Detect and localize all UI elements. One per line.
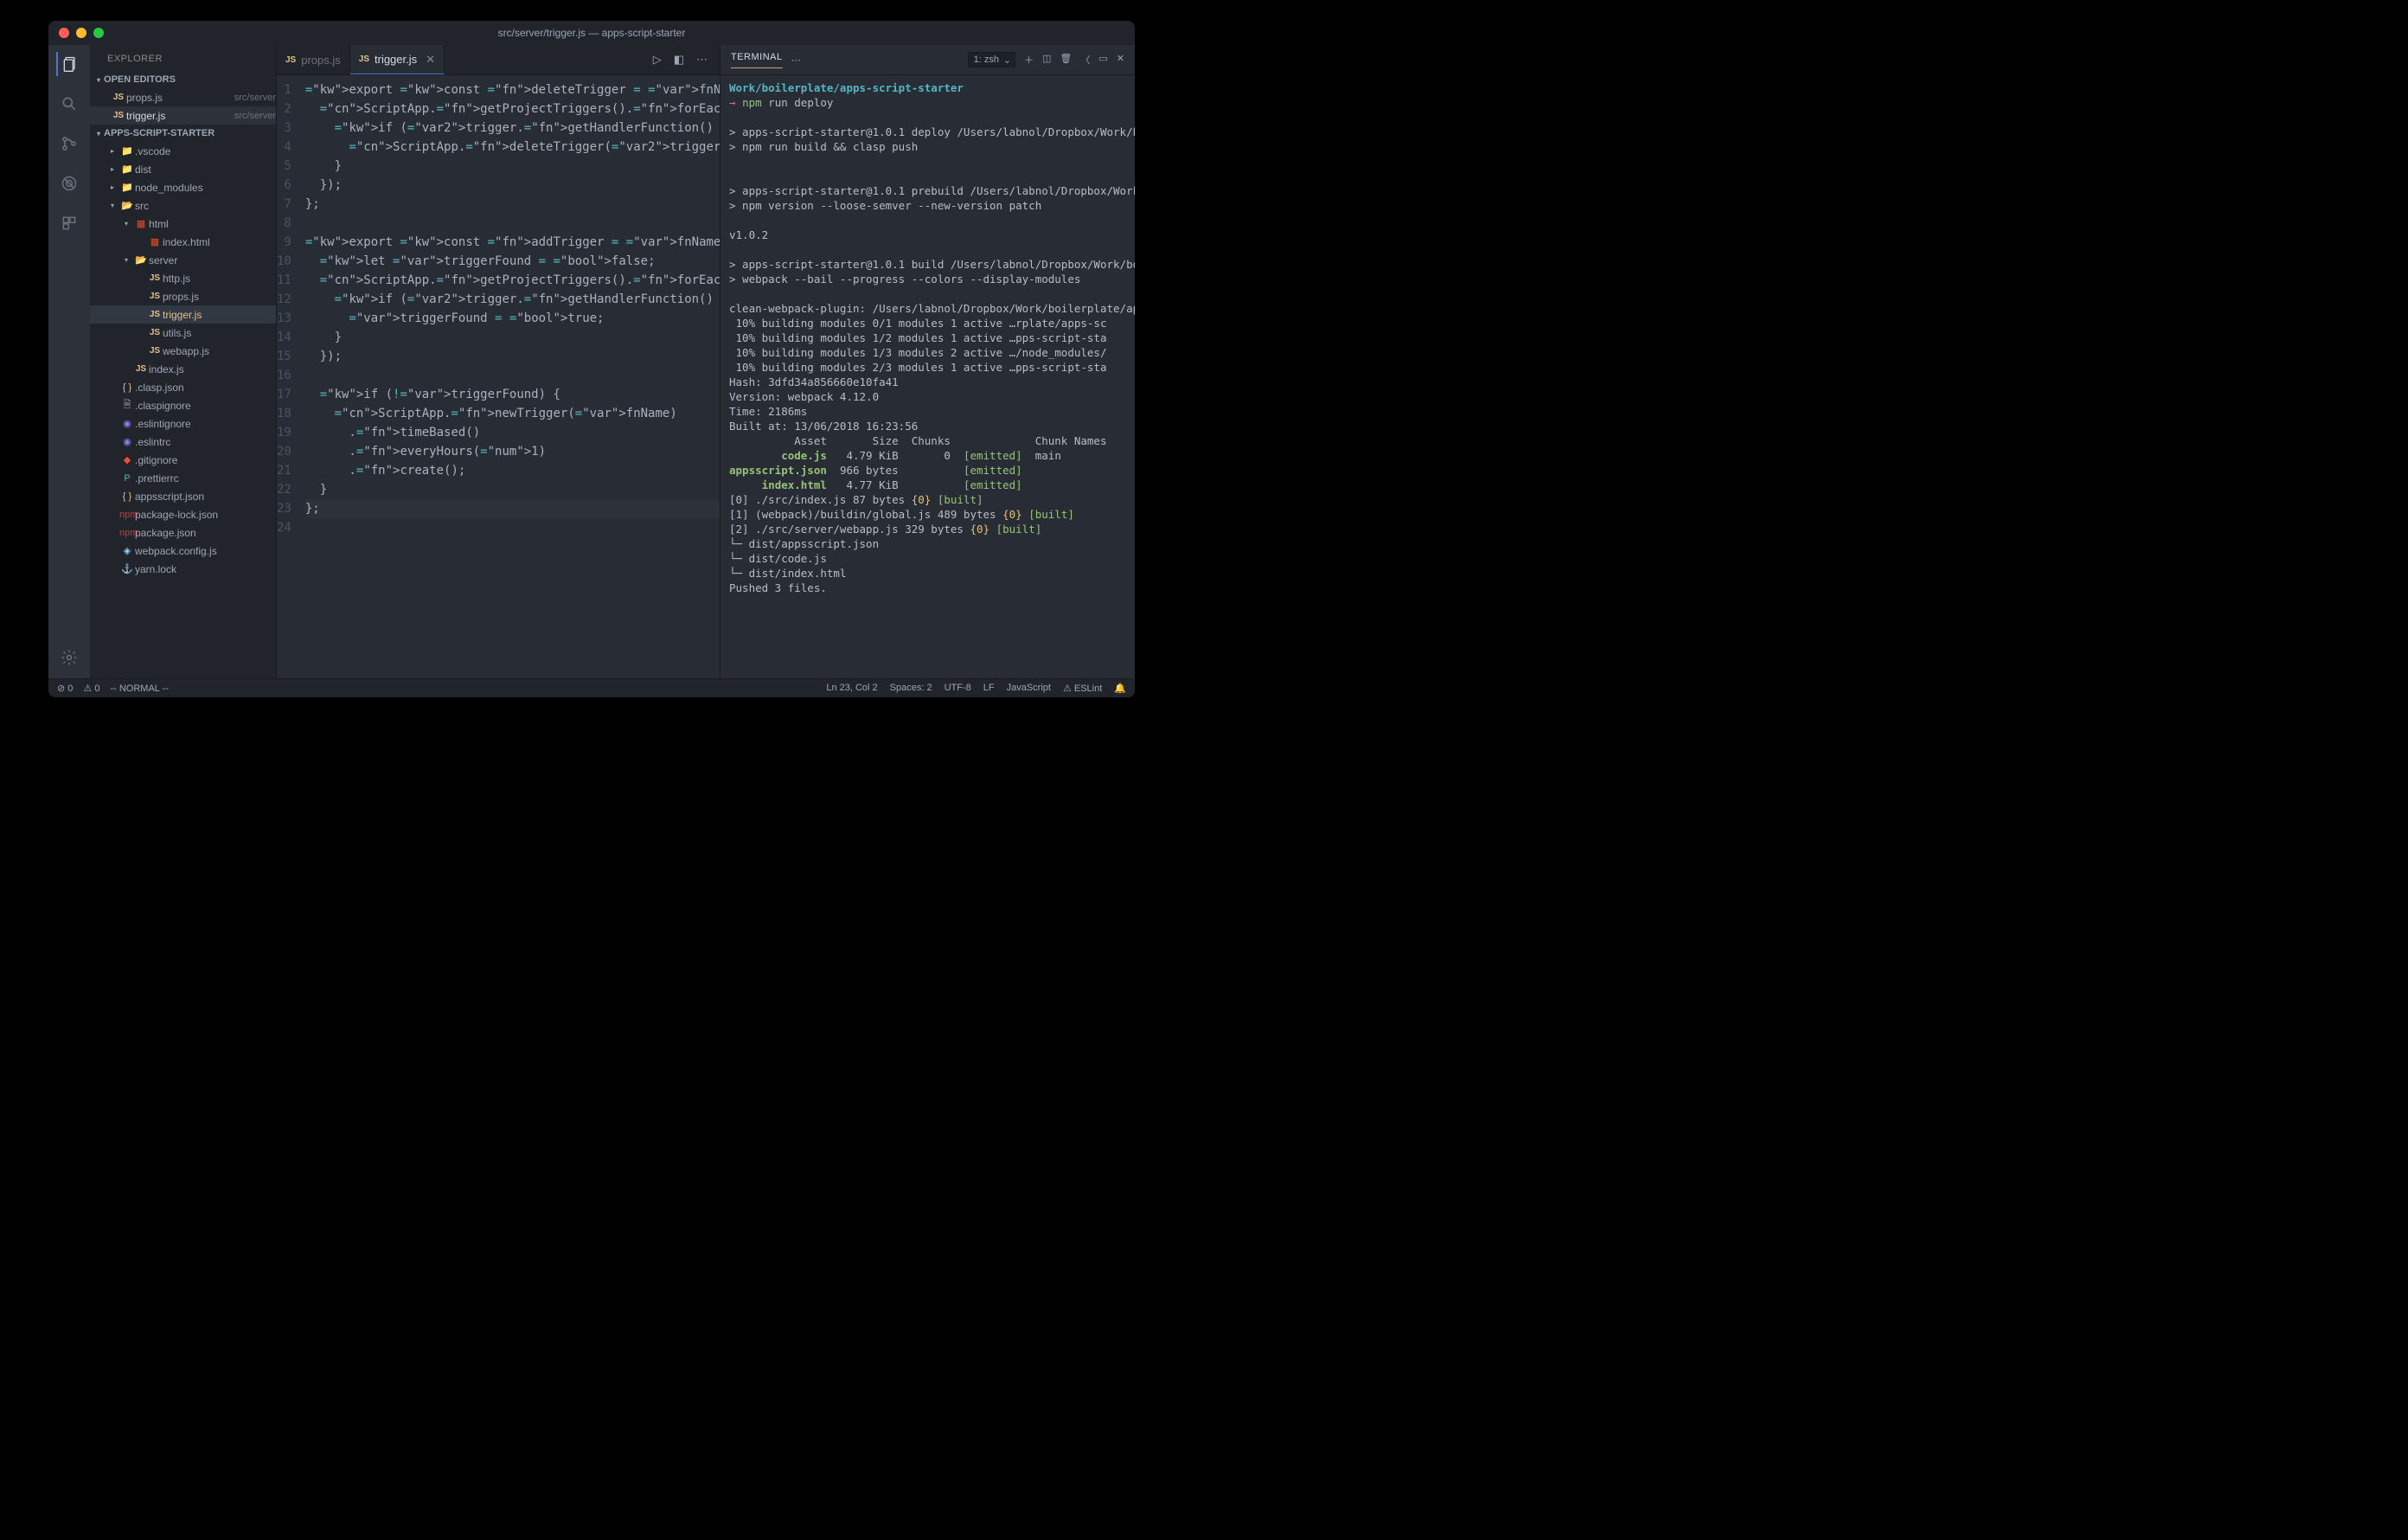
close-window[interactable] [59,28,69,38]
open-editor-item[interactable]: JStrigger.jssrc/server [90,106,276,125]
eol[interactable]: LF [983,683,995,694]
file-tree-item[interactable]: 🗎.claspignore [90,396,276,414]
search-icon[interactable] [57,92,81,116]
file-tree-item[interactable]: ▸📁dist [90,160,276,178]
file-tree-item[interactable]: npmpackage.json [90,523,276,542]
open-editor-item[interactable]: JSprops.jssrc/server [90,88,276,106]
file-tree-item[interactable]: npmpackage-lock.json [90,505,276,523]
panel-icon[interactable]: ▭ [1098,53,1107,67]
file-tree-item[interactable]: ▾📂src [90,196,276,215]
window-title: src/server/trigger.js — apps-script-star… [48,27,1135,39]
project-section[interactable]: ▾ APPS-SCRIPT-STARTER [90,125,276,142]
encoding[interactable]: UTF-8 [945,683,971,694]
file-tree-item[interactable]: ▾📂server [90,251,276,269]
file-tree-item[interactable]: JShttp.js [90,269,276,287]
file-tree-item[interactable]: ◉.eslintignore [90,414,276,433]
file-tree-item[interactable]: JSprops.js [90,287,276,305]
file-tree-item[interactable]: ◆.gitignore [90,451,276,469]
file-tree-item[interactable]: { }.clasp.json [90,378,276,396]
file-tree-item[interactable]: ⚓yarn.lock [90,560,276,578]
status-errors[interactable]: ⊘ 0 [57,683,73,694]
file-tree-item[interactable]: JStrigger.js [90,305,276,324]
code-content[interactable]: ="kw">export ="kw">const ="fn">deleteTri… [305,75,720,678]
file-tree-item[interactable]: ◈webpack.config.js [90,542,276,560]
run-icon[interactable]: ▷ [653,53,662,67]
kill-terminal-icon[interactable]: 🗑 [1060,53,1072,67]
editor-tab[interactable]: JSprops.js [277,45,350,74]
file-tree-item[interactable]: { }appsscript.json [90,487,276,505]
settings-icon[interactable] [57,645,81,670]
file-tree-item[interactable]: ▸📁node_modules [90,178,276,196]
new-terminal-icon[interactable]: ＋ [1024,53,1034,67]
close-panel-icon[interactable]: ✕ [1117,53,1124,67]
chevron-down-icon: ▾ [97,76,100,84]
minimize-window[interactable] [76,28,86,38]
tab-actions: ▷ ◧ ⋯ [653,45,720,74]
terminal-output[interactable]: Work/boilerplate/apps-script-starter → n… [720,75,1135,678]
notifications-icon[interactable]: 🔔 [1114,683,1126,694]
status-warnings[interactable]: ⚠ 0 [83,683,99,694]
split-icon[interactable]: ◧ [674,53,684,67]
editor-tabs: JSprops.jsJStrigger.js✕ ▷ ◧ ⋯ [277,45,720,75]
terminal-header: TERMINAL ⋯ 1: zsh ⌄ ＋ ◫ 🗑 〈 ▭ ✕ [720,45,1135,75]
open-editors-section[interactable]: ▾ OPEN EDITORS [90,71,276,88]
line-gutter: 123456789101112131415161718192021222324 [277,75,305,678]
more-icon[interactable]: ⋯ [696,53,708,67]
file-tree-item[interactable]: ▦index.html [90,233,276,251]
statusbar: ⊘ 0 ⚠ 0 -- NORMAL -- Ln 23, Col 2 Spaces… [48,678,1135,697]
traffic-lights [59,28,104,38]
source-control-icon[interactable] [57,132,81,156]
activity-bar [48,45,90,678]
editor-tab[interactable]: JStrigger.js✕ [350,45,445,74]
maximize-window[interactable] [93,28,104,38]
vim-mode: -- NORMAL -- [110,683,168,694]
file-tree-item[interactable]: ◉.eslintrc [90,433,276,451]
indent-setting[interactable]: Spaces: 2 [890,683,932,694]
cursor-position[interactable]: Ln 23, Col 2 [826,683,877,694]
file-tree-item[interactable]: ▾▦html [90,215,276,233]
file-tree-item[interactable]: P.prettierrc [90,469,276,487]
debug-icon[interactable] [57,171,81,196]
file-tree-item[interactable]: JSutils.js [90,324,276,342]
chevron-down-icon: ▾ [97,130,100,138]
code-editor[interactable]: 123456789101112131415161718192021222324 … [277,75,720,678]
sidebar-title: EXPLORER [90,45,276,71]
prev-icon[interactable]: 〈 [1080,53,1090,67]
more-icon[interactable]: ⋯ [791,55,801,66]
terminal-shell-select[interactable]: 1: zsh ⌄ [968,52,1015,67]
titlebar: src/server/trigger.js — apps-script-star… [48,21,1135,45]
file-tree-item[interactable]: JSwebapp.js [90,342,276,360]
language-mode[interactable]: JavaScript [1007,683,1051,694]
close-tab-icon[interactable]: ✕ [426,53,435,67]
extensions-icon[interactable] [57,211,81,235]
split-terminal-icon[interactable]: ◫ [1042,53,1051,67]
sidebar: EXPLORER ▾ OPEN EDITORS JSprops.jssrc/se… [90,45,277,678]
terminal-tab[interactable]: TERMINAL [731,52,783,68]
explorer-icon[interactable] [56,52,80,76]
vscode-window: src/server/trigger.js — apps-script-star… [48,21,1135,697]
editor-pane: JSprops.jsJStrigger.js✕ ▷ ◧ ⋯ 1234567891… [277,45,720,678]
terminal-pane: TERMINAL ⋯ 1: zsh ⌄ ＋ ◫ 🗑 〈 ▭ ✕ Work/boi… [720,45,1135,678]
eslint-status[interactable]: ⚠ ESLint [1063,683,1102,694]
file-tree-item[interactable]: JSindex.js [90,360,276,378]
file-tree-item[interactable]: ▸📁.vscode [90,142,276,160]
main-area: EXPLORER ▾ OPEN EDITORS JSprops.jssrc/se… [48,45,1135,678]
